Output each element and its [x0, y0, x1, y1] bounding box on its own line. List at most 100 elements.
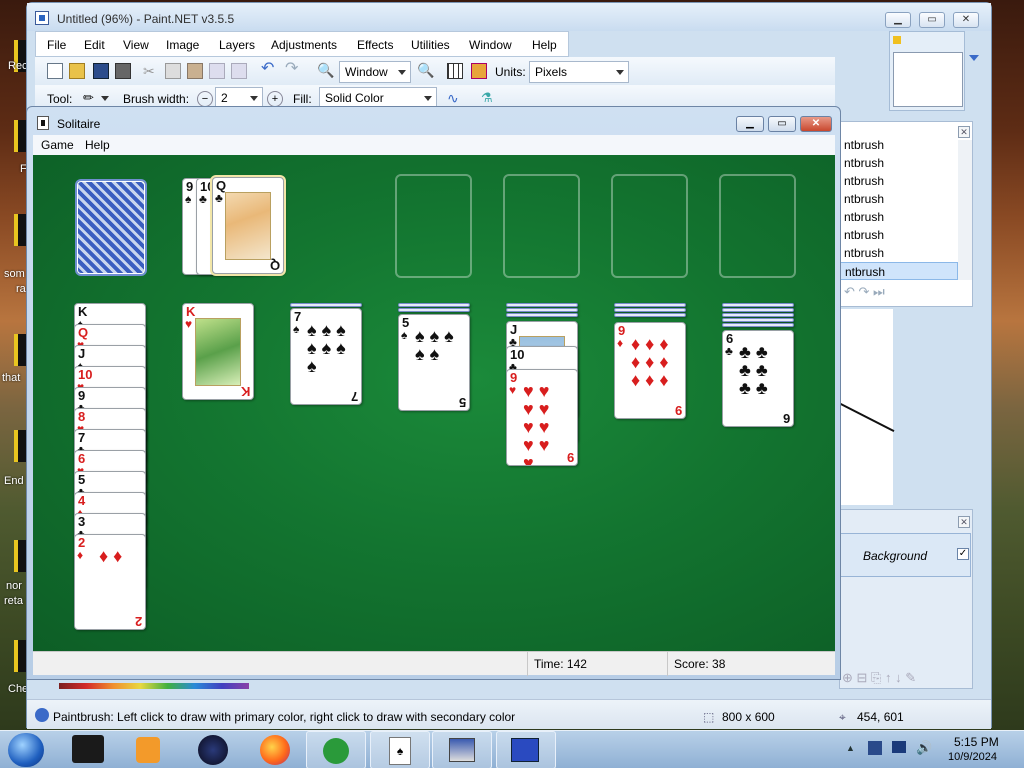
media-player-taskbar-icon[interactable]	[136, 737, 160, 763]
waste-top-card[interactable]: Q ♣ Q	[212, 177, 284, 274]
card-pips: ♦ ♦ ♦ ♦ ♦ ♦ ♦ ♦ ♦	[631, 334, 669, 390]
history-item[interactable]: ntbrush	[840, 136, 958, 154]
menu-layers[interactable]: Layers	[219, 38, 255, 52]
color-palette[interactable]	[59, 683, 249, 689]
tableau-card[interactable]: 9 ♥ ♥ ♥ ♥ ♥ ♥ ♥ ♥ ♥ ♥ 9	[506, 369, 578, 466]
menu-help[interactable]: Help	[85, 138, 110, 152]
clock-time[interactable]: 5:15 PM	[954, 735, 999, 749]
taskbar-button-solitaire[interactable]: ♠	[370, 731, 430, 768]
blend-mode-icon[interactable]: ⚗	[481, 90, 497, 106]
monitor-tray-icon[interactable]	[892, 741, 906, 753]
fill-label: Fill:	[293, 92, 312, 106]
tableau-card[interactable]: 9 ♦ ♦ ♦ ♦ ♦ ♦ ♦ ♦ ♦ ♦ 9	[614, 322, 686, 419]
menu-view[interactable]: View	[123, 38, 149, 52]
card-suit: ♠	[401, 328, 408, 342]
history-item[interactable]: ntbrush	[840, 172, 958, 190]
history-item[interactable]: ntbrush	[840, 244, 958, 262]
decrease-icon[interactable]: −	[197, 91, 213, 107]
terminal-taskbar-icon[interactable]	[72, 735, 104, 763]
zoom-combo[interactable]: Window	[339, 61, 411, 83]
face-down-card	[722, 313, 794, 317]
print-icon[interactable]	[115, 63, 131, 79]
grid-icon[interactable]	[447, 63, 463, 79]
menu-file[interactable]: File	[47, 38, 66, 52]
desktop-icon-label: som	[4, 268, 25, 280]
tray-expand-icon[interactable]: ▲	[846, 743, 855, 753]
tableau-card[interactable]: 5 ♠ ♠ ♠ ♠ ♠ ♠ 5	[398, 314, 470, 411]
history-scrollbar[interactable]	[958, 140, 972, 280]
increase-icon[interactable]: +	[267, 91, 283, 107]
antialias-icon[interactable]: ∿	[447, 90, 463, 106]
history-item[interactable]: ntbrush	[840, 154, 958, 172]
ruler-icon[interactable]	[471, 63, 487, 79]
history-item[interactable]: ntbrush	[840, 208, 958, 226]
menu-edit[interactable]: Edit	[84, 38, 105, 52]
chevron-down-icon[interactable]	[101, 96, 109, 101]
start-button[interactable]	[8, 733, 44, 767]
crop-icon[interactable]	[209, 63, 225, 79]
foundation-slot[interactable]	[503, 174, 580, 278]
panel-close-icon[interactable]: ✕	[958, 126, 970, 138]
deselect-icon[interactable]	[231, 63, 247, 79]
menu-adjustments[interactable]: Adjustments	[271, 38, 337, 52]
close-button[interactable]: ✕	[953, 12, 979, 28]
new-file-icon[interactable]	[47, 63, 63, 79]
undo-icon[interactable]: ↶	[261, 61, 277, 77]
brush-width-label: Brush width:	[123, 92, 190, 106]
maximize-button[interactable]: ▭	[919, 12, 945, 28]
solitaire-close-button[interactable]: ✕	[800, 116, 832, 132]
zoom-in-icon[interactable]: 🔍	[417, 62, 434, 78]
face-down-card	[506, 308, 578, 312]
layer-controls-icon[interactable]: ⊕ ⊟ ⎘ ↑ ↓ ✎	[842, 670, 916, 686]
paintbrush-icon[interactable]: ✏	[83, 90, 99, 106]
menu-effects[interactable]: Effects	[357, 38, 393, 52]
taskbar-button[interactable]	[306, 731, 366, 768]
desktop-icon-label: End	[4, 475, 24, 487]
menu-image[interactable]: Image	[166, 38, 199, 52]
card-suit: ♠	[293, 322, 300, 336]
menu-game[interactable]: Game	[41, 138, 74, 152]
history-undo-icon[interactable]: ↶ ↷ ⏭	[844, 284, 885, 300]
menu-utilities[interactable]: Utilities	[411, 38, 450, 52]
zoom-out-icon[interactable]: 🔍	[317, 62, 334, 78]
volume-tray-icon[interactable]: 🔊	[916, 740, 932, 756]
history-item[interactable]: ntbrush	[840, 226, 958, 244]
clock-date[interactable]: 10/9/2024	[948, 751, 997, 763]
cut-icon[interactable]: ✂	[143, 63, 159, 79]
open-file-icon[interactable]	[69, 63, 85, 79]
taskbar-button[interactable]	[496, 731, 556, 768]
tableau-card[interactable]: 7 ♠ ♠ ♠ ♠ ♠ ♠ ♠ ♠ 7	[290, 308, 362, 405]
menu-help[interactable]: Help	[532, 38, 557, 52]
paintnet-titlebar[interactable]: Untitled (96%) - Paint.NET v3.5.5 ▁ ▭ ✕	[27, 3, 991, 31]
foundation-slot[interactable]	[719, 174, 796, 278]
history-item-selected[interactable]: ntbrush	[840, 262, 958, 280]
solitaire-maximize-button[interactable]: ▭	[768, 116, 796, 132]
solitaire-statusbar: Time: 142 Score: 38	[33, 651, 835, 676]
thumbnail-dropdown-icon[interactable]	[969, 55, 979, 61]
save-icon[interactable]	[93, 63, 109, 79]
paste-icon[interactable]	[187, 63, 203, 79]
network-tray-icon[interactable]	[868, 741, 882, 755]
minimize-button[interactable]: ▁	[885, 12, 911, 28]
taskbar: ♠ ▲ 🔊 5:15 PM 10/9/2024	[0, 730, 1024, 768]
firefox-taskbar-icon[interactable]	[260, 735, 290, 765]
browser-taskbar-icon[interactable]	[198, 735, 228, 765]
panel-close-icon[interactable]: ✕	[958, 516, 970, 528]
card-face-art	[195, 318, 241, 386]
tableau-card[interactable]: K ♥ K	[182, 303, 254, 400]
foundation-slot[interactable]	[611, 174, 688, 278]
copy-icon[interactable]	[165, 63, 181, 79]
units-label: Units:	[495, 65, 526, 79]
foundation-slot[interactable]	[395, 174, 472, 278]
solitaire-minimize-button[interactable]: ▁	[736, 116, 764, 132]
tableau-card[interactable]: 6 ♣ ♣ ♣ ♣ ♣ ♣ ♣ 6	[722, 330, 794, 427]
redo-icon[interactable]: ↷	[285, 61, 301, 77]
tableau-card[interactable]: 2 ♦ 2 ♦ ♦	[74, 534, 146, 630]
menu-window[interactable]: Window	[469, 38, 512, 52]
taskbar-button-paintnet[interactable]	[432, 731, 492, 768]
image-thumbnail[interactable]	[889, 31, 965, 111]
layer-visibility-checkbox[interactable]: ✓	[957, 548, 969, 560]
stock-pile[interactable]	[77, 181, 145, 274]
history-item[interactable]: ntbrush	[840, 190, 958, 208]
units-combo[interactable]: Pixels	[529, 61, 629, 83]
